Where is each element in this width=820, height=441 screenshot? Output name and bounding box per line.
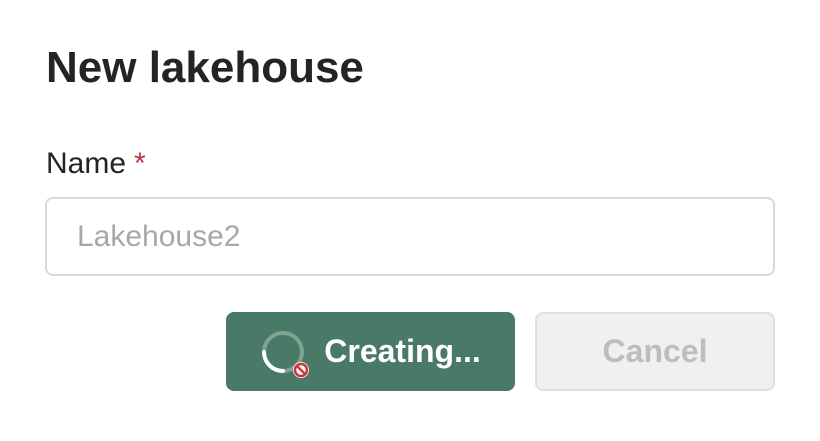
new-lakehouse-dialog: New lakehouse Name* Creating... Cancel	[0, 0, 820, 441]
create-button[interactable]: Creating...	[226, 312, 515, 391]
name-input[interactable]	[45, 197, 775, 276]
cancel-button-label: Cancel	[602, 333, 708, 369]
dialog-title: New lakehouse	[46, 43, 364, 92]
cancel-button[interactable]: Cancel	[535, 312, 775, 391]
required-asterisk: *	[134, 147, 146, 180]
name-label-text: Name	[46, 147, 127, 180]
not-allowed-cursor-icon	[293, 361, 310, 378]
create-button-label: Creating...	[324, 333, 481, 369]
loading-spinner-icon	[260, 329, 310, 378]
name-field-label: Name *	[46, 144, 146, 184]
